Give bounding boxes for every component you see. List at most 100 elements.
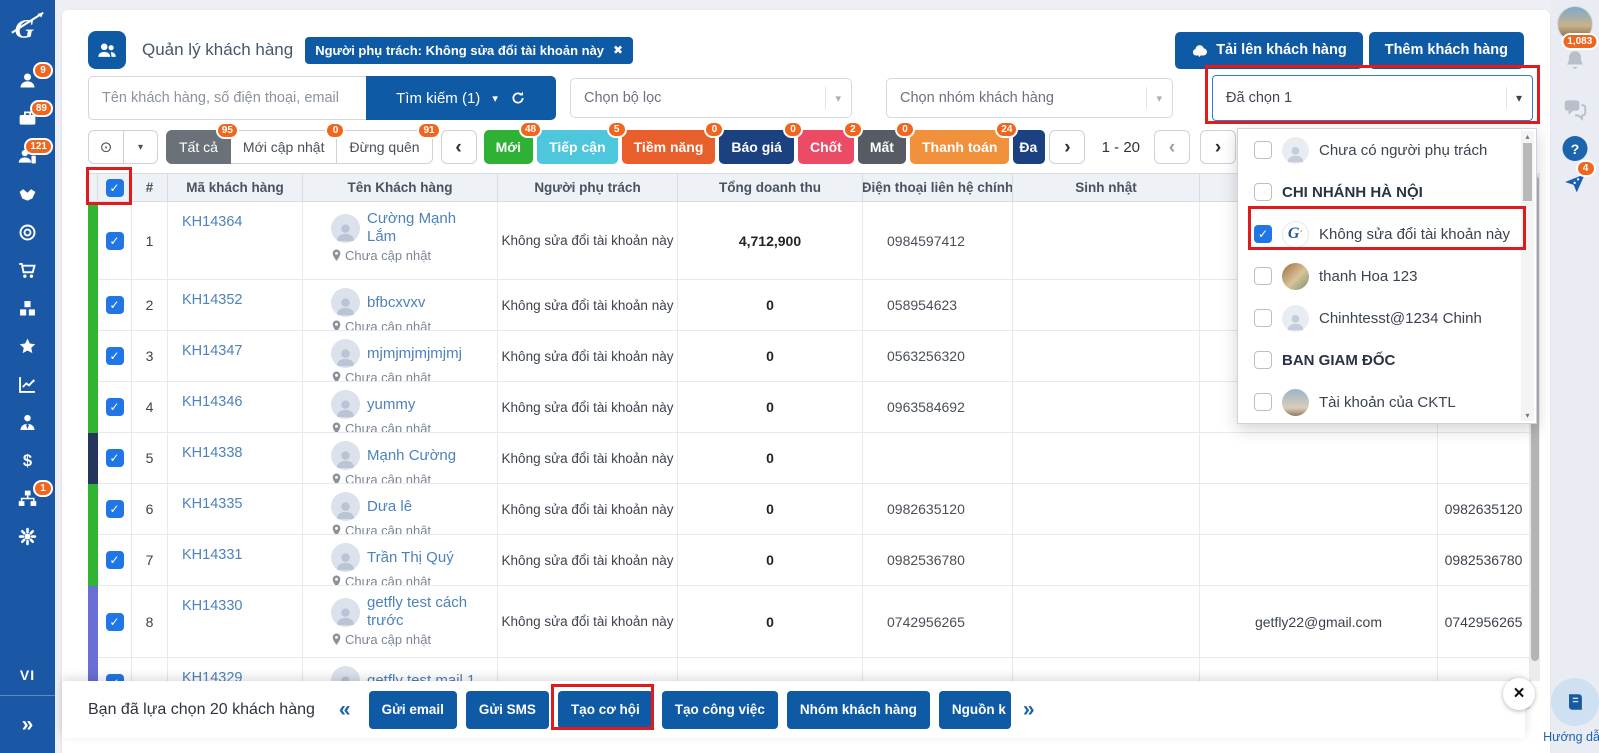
- status-tab-Báo giá[interactable]: Báo giá0: [719, 130, 794, 164]
- filter-select[interactable]: Chọn bộ lọc ▾: [570, 78, 852, 118]
- status-tab-Chốt[interactable]: Chốt2: [798, 130, 854, 164]
- status-tab-Đa[interactable]: Đa: [1013, 130, 1045, 164]
- sidebar-item-target[interactable]: [0, 214, 55, 252]
- help-icon[interactable]: ?: [1563, 136, 1588, 161]
- action-button-Tạo công việc[interactable]: Tạo công việc: [662, 691, 778, 729]
- guide-button[interactable]: [1551, 678, 1599, 726]
- action-button-Gửi SMS[interactable]: Gửi SMS: [466, 691, 549, 729]
- sidebar-item-chart[interactable]: [0, 366, 55, 404]
- customer-code-link[interactable]: KH14347: [182, 343, 242, 359]
- app-logo[interactable]: G: [0, 0, 55, 54]
- select-all-checkbox[interactable]: ✓: [106, 179, 124, 197]
- tab-count-badge: 95: [216, 122, 239, 139]
- tab-Tất cả[interactable]: Tất cả95: [166, 130, 231, 164]
- customer-name-link[interactable]: mjmjmjmjmjmj: [367, 345, 462, 363]
- language-toggle[interactable]: VI: [0, 655, 55, 695]
- option-checkbox[interactable]: [1254, 309, 1272, 327]
- customers-module-button[interactable]: [88, 31, 126, 69]
- add-customer-button[interactable]: Thêm khách hàng: [1369, 32, 1524, 69]
- assignee-option-Không sửa đổi tài khoản này[interactable]: ✓G´Không sửa đổi tài khoản này: [1238, 213, 1536, 255]
- customer-code-link[interactable]: KH14364: [182, 214, 242, 230]
- customer-name-link[interactable]: getfly test cách trước: [367, 594, 479, 630]
- tabs-prev-button[interactable]: ‹: [441, 130, 477, 164]
- customer-name-link[interactable]: bfbcxvxv: [367, 294, 425, 312]
- option-checkbox[interactable]: ✓: [1254, 225, 1272, 243]
- sidebar-item-briefcase[interactable]: 89: [0, 100, 55, 138]
- assignee-option-Tài khoản của CKTL[interactable]: Tài khoản của CKTL: [1238, 381, 1536, 423]
- customer-code-link[interactable]: KH14331: [182, 547, 242, 563]
- row-checkbox[interactable]: ✓: [106, 232, 124, 250]
- tabs-next-button[interactable]: ›: [1049, 130, 1085, 164]
- customer-code-link[interactable]: KH14330: [182, 598, 242, 614]
- option-checkbox[interactable]: [1254, 141, 1272, 159]
- sidebar-item-person-tie[interactable]: [0, 404, 55, 442]
- sidebar-item-handshake[interactable]: [0, 176, 55, 214]
- customer-name-link[interactable]: Dưa lê: [367, 498, 412, 516]
- action-button-Gửi email[interactable]: Gửi email: [369, 691, 457, 729]
- sidebar-item-contact[interactable]: 121: [0, 138, 55, 176]
- sidebar-item-dollar[interactable]: $: [0, 442, 55, 480]
- chat-icon[interactable]: [1562, 96, 1588, 122]
- tab-Mới cập nhật[interactable]: Mới cập nhật0: [231, 130, 338, 164]
- assignee-select[interactable]: Đã chọn 1 ▾: [1212, 75, 1533, 121]
- option-checkbox[interactable]: [1254, 183, 1272, 201]
- row-checkbox[interactable]: ✓: [106, 449, 124, 467]
- assignee-group-CHI NHÁNH HÀ NỘI[interactable]: CHI NHÁNH HÀ NỘI: [1238, 171, 1536, 213]
- sidebar-collapse-button[interactable]: »: [0, 695, 55, 753]
- tab-Đừng quên[interactable]: Đừng quên91: [337, 130, 432, 164]
- actions-prev-icon[interactable]: «: [339, 698, 351, 722]
- action-button-Nhóm khách hàng[interactable]: Nhóm khách hàng: [787, 691, 930, 729]
- customer-name-link[interactable]: Cường Mạnh Lắm: [367, 210, 479, 246]
- actions-next-icon[interactable]: »: [1023, 698, 1035, 722]
- customer-code-link[interactable]: KH14346: [182, 394, 242, 410]
- option-checkbox[interactable]: [1254, 267, 1272, 285]
- customer-name-link[interactable]: Mạnh Cường: [367, 447, 456, 465]
- assignee-group-BAN GIAM ĐỐC[interactable]: BAN GIAM ĐỐC: [1238, 339, 1536, 381]
- status-tab-Mất[interactable]: Mất0: [858, 130, 906, 164]
- bell-icon[interactable]: [1562, 48, 1588, 74]
- action-button-Tạo cơ hội[interactable]: Tạo cơ hội: [558, 691, 653, 729]
- status-tab-Thanh toán[interactable]: Thanh toán24: [910, 130, 1009, 164]
- sidebar-item-star[interactable]: [0, 328, 55, 366]
- sidebar-item-user[interactable]: 9: [0, 62, 55, 100]
- customer-code-link[interactable]: KH14352: [182, 292, 242, 308]
- pagination-next-button[interactable]: ›: [1200, 130, 1236, 164]
- search-input[interactable]: [88, 76, 366, 120]
- filter-tag-close-icon[interactable]: ✖: [613, 43, 623, 57]
- action-button-Nguồn k[interactable]: Nguồn k: [939, 691, 1011, 729]
- customer-code-link[interactable]: KH14335: [182, 496, 242, 512]
- customer-group-select[interactable]: Chọn nhóm khách hàng ▾: [886, 78, 1173, 118]
- pagination-prev-button[interactable]: ‹: [1154, 130, 1190, 164]
- status-tab-Tiếp cận[interactable]: Tiếp cận5: [537, 130, 618, 164]
- close-selection-button[interactable]: ×: [1503, 678, 1535, 710]
- assignee-option-thanh Hoa 123[interactable]: thanh Hoa 123: [1238, 255, 1536, 297]
- radio-view-icon[interactable]: ⊙: [89, 131, 123, 163]
- dropdown-scrollbar[interactable]: ▴ ▾: [1521, 131, 1534, 421]
- assignee-option-Chinhtesst@1234 Chinh[interactable]: Chinhtesst@1234 Chinh: [1238, 297, 1536, 339]
- sidebar-item-cubes[interactable]: [0, 290, 55, 328]
- row-checkbox[interactable]: ✓: [106, 296, 124, 314]
- refresh-icon[interactable]: [510, 90, 526, 106]
- assignee-option-Chưa có người phụ trách[interactable]: Chưa có người phụ trách: [1238, 129, 1536, 171]
- status-tab-Mới[interactable]: Mới48: [484, 130, 534, 164]
- chevron-down-icon[interactable]: ▾: [123, 131, 157, 163]
- upload-customers-button[interactable]: Tải lên khách hàng: [1175, 32, 1363, 69]
- sidebar-item-cart[interactable]: [0, 252, 55, 290]
- row-checkbox[interactable]: ✓: [106, 613, 124, 631]
- customer-code-link[interactable]: KH14338: [182, 445, 242, 461]
- customer-name-link[interactable]: Trần Thị Quý: [367, 549, 454, 567]
- row-checkbox[interactable]: ✓: [106, 347, 124, 365]
- option-checkbox[interactable]: [1254, 351, 1272, 369]
- scroll-up-icon[interactable]: ▴: [1521, 132, 1534, 141]
- sidebar-item-gear[interactable]: [0, 518, 55, 556]
- sidebar-item-sitemap[interactable]: 1: [0, 480, 55, 518]
- row-checkbox[interactable]: ✓: [106, 398, 124, 416]
- option-checkbox[interactable]: [1254, 393, 1272, 411]
- status-tab-Tiềm năng[interactable]: Tiềm năng0: [622, 130, 716, 164]
- dropdown-scrollbar-thumb[interactable]: [1523, 143, 1532, 201]
- row-checkbox[interactable]: ✓: [106, 500, 124, 518]
- customer-name-link[interactable]: yummy: [367, 396, 415, 414]
- search-button[interactable]: Tìm kiếm (1) ▾: [366, 76, 556, 120]
- scroll-down-icon[interactable]: ▾: [1521, 411, 1534, 420]
- row-checkbox[interactable]: ✓: [106, 551, 124, 569]
